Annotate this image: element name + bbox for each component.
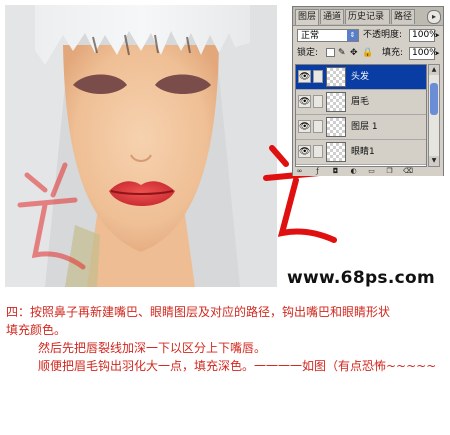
layers-panel: 图层 通道 历史记录 路径 ▸ 正常 ⇕ 不透明度: 100% ▸ 锁定: ✎ … — [292, 6, 444, 176]
caption-line: 顺便把眉毛钩出羽化大一点，填充深色。一一一一如图（有点恐怖~~~~~ — [38, 359, 437, 373]
link-layers-icon[interactable]: ∞ — [295, 167, 304, 175]
layer-row[interactable]: 👁 头发 — [296, 65, 426, 90]
link-icon[interactable] — [313, 145, 323, 158]
layer-style-icon[interactable]: ƒ — [313, 167, 322, 175]
layer-name: 眼睛1 — [351, 147, 375, 157]
blend-mode-value: 正常 — [301, 31, 320, 41]
tab-channels[interactable]: 通道 — [320, 9, 344, 24]
layer-thumbnail — [326, 142, 346, 162]
layers-bottom-toolbar: ∞ ƒ ◘ ◐ ▭ ❐ ⌫ — [293, 167, 443, 176]
caption-line: 四：按照鼻子再新建嘴巴、眼睛图层及对应的路径，钩出嘴巴和眼睛形状 — [6, 305, 391, 319]
eye-icon[interactable]: 👁 — [298, 70, 311, 83]
chevron-down-icon: ⇕ — [347, 30, 358, 41]
document-canvas[interactable] — [5, 5, 277, 287]
move-icon[interactable]: ✥ — [350, 47, 358, 60]
adjustment-layer-icon[interactable]: ◐ — [349, 167, 358, 175]
chevron-right-icon[interactable]: ▸ — [436, 47, 440, 60]
tutorial-caption: 四：按照鼻子再新建嘴巴、眼睛图层及对应的路径，钩出嘴巴和眼睛形状 填充颜色。 然… — [6, 303, 446, 375]
scrollbar-thumb[interactable] — [430, 83, 438, 115]
chevron-right-icon[interactable]: ▸ — [436, 29, 440, 42]
eye-icon[interactable]: 👁 — [298, 95, 311, 108]
scroll-down-icon[interactable]: ▼ — [429, 156, 439, 166]
new-layer-icon[interactable]: ❐ — [385, 167, 394, 175]
lock-icon[interactable]: 🔒 — [362, 47, 373, 60]
tab-paths[interactable]: 路径 — [391, 9, 415, 24]
layer-thumbnail — [326, 117, 346, 137]
tab-layers[interactable]: 图层 — [295, 9, 319, 25]
lock-transparency-checkbox[interactable] — [326, 48, 335, 57]
site-url: www.68ps.com — [287, 268, 435, 288]
layer-name: 图层 1 — [351, 122, 378, 132]
opacity-label: 不透明度: — [363, 30, 403, 40]
layer-row[interactable]: 👁 眼睛1 — [296, 140, 426, 165]
layer-thumbnail — [326, 67, 346, 87]
fill-label: 填充: — [382, 48, 404, 58]
scroll-up-icon[interactable]: ▲ — [429, 65, 439, 75]
panel-menu-icon[interactable]: ▸ — [427, 10, 441, 24]
link-icon[interactable] — [313, 70, 323, 83]
fill-field[interactable]: 100% — [409, 47, 438, 60]
eye-icon[interactable]: 👁 — [298, 145, 311, 158]
face-illustration — [5, 5, 277, 287]
layers-list: 👁 头发 👁 眉毛 👁 图层 1 👁 眼睛1 — [295, 64, 427, 167]
layer-name: 眉毛 — [351, 97, 370, 107]
eye-icon[interactable]: 👁 — [298, 120, 311, 133]
brush-icon[interactable]: ✎ — [338, 47, 346, 60]
tab-history[interactable]: 历史记录 — [345, 9, 390, 24]
lock-label: 锁定: — [297, 48, 319, 58]
blend-mode-select[interactable]: 正常 ⇕ — [297, 29, 359, 42]
panel-tabs: 图层 通道 历史记录 路径 ▸ — [293, 7, 443, 26]
layers-scrollbar[interactable]: ▲ ▼ — [428, 64, 440, 167]
link-icon[interactable] — [313, 95, 323, 108]
caption-line: 然后先把唇裂线加深一下以区分上下嘴唇。 — [38, 341, 267, 355]
layer-name: 头发 — [351, 72, 370, 82]
caption-line: 填充颜色。 — [6, 323, 67, 337]
layer-row[interactable]: 👁 眉毛 — [296, 90, 426, 115]
opacity-field[interactable]: 100% — [409, 29, 438, 42]
trash-icon[interactable]: ⌫ — [403, 167, 413, 175]
layer-row[interactable]: 👁 图层 1 — [296, 115, 426, 140]
folder-icon[interactable]: ▭ — [367, 167, 376, 175]
layer-thumbnail — [326, 92, 346, 112]
link-icon[interactable] — [313, 120, 323, 133]
mask-icon[interactable]: ◘ — [331, 167, 340, 175]
